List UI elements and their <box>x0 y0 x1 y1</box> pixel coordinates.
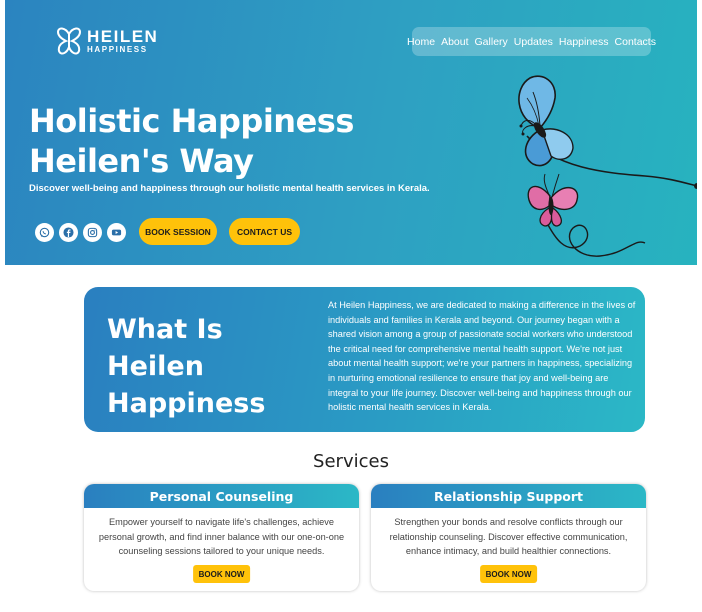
nav-about[interactable]: About <box>441 36 468 48</box>
facebook-link[interactable] <box>59 223 78 242</box>
logo[interactable]: HEILEN HAPPINESS <box>55 26 158 56</box>
nav-contacts[interactable]: Contacts <box>615 36 656 48</box>
instagram-icon <box>87 227 98 238</box>
book-now-button[interactable]: BOOK NOW <box>192 565 251 583</box>
service-card-title: Personal Counseling <box>84 484 359 508</box>
services-heading: Services <box>313 451 389 472</box>
service-card-relationship-support: Relationship Support Strengthen your bon… <box>371 484 646 591</box>
instagram-link[interactable] <box>83 223 102 242</box>
nav-home[interactable]: Home <box>407 36 435 48</box>
service-card-text: Empower yourself to navigate life's chal… <box>98 517 345 556</box>
main-nav: Home About Gallery Updates Happiness Con… <box>407 27 656 56</box>
youtube-link[interactable] <box>107 223 126 242</box>
about-title-line1: What Is <box>107 314 223 345</box>
nav-gallery[interactable]: Gallery <box>475 36 508 48</box>
nav-happiness[interactable]: Happiness <box>559 36 609 48</box>
contact-us-button[interactable]: CONTACT US <box>229 218 300 245</box>
facebook-icon <box>63 227 74 238</box>
page: HEILEN HAPPINESS Home About Gallery Upda… <box>5 0 697 606</box>
about-text: At Heilen Happiness, we are dedicated to… <box>328 300 636 413</box>
about-title: What Is Heilen Happiness <box>107 311 265 422</box>
service-card-personal-counseling: Personal Counseling Empower yourself to … <box>84 484 359 591</box>
service-card-text: Strengthen your bonds and resolve confli… <box>389 517 628 556</box>
hero-subtitle: Discover well-being and happiness throug… <box>29 183 430 194</box>
about-section: What Is Heilen Happiness At Heilen Happi… <box>84 287 645 432</box>
hero-title-line2: Heilen's Way <box>29 142 254 180</box>
butterfly-logo-icon <box>56 27 82 55</box>
hero-section: HEILEN HAPPINESS Home About Gallery Upda… <box>5 0 697 265</box>
book-session-button[interactable]: BOOK SESSION <box>139 218 217 245</box>
nav-updates[interactable]: Updates <box>514 36 553 48</box>
about-title-line2: Heilen <box>107 351 204 382</box>
brand-name: HEILEN <box>87 27 159 46</box>
butterflies-illustration <box>518 75 697 257</box>
whatsapp-link[interactable] <box>35 223 54 242</box>
youtube-icon <box>111 229 122 236</box>
hero-title: Holistic Happiness Heilen's Way <box>29 101 354 181</box>
brand-tagline: HAPPINESS <box>87 45 148 54</box>
about-title-line3: Happiness <box>107 388 266 419</box>
service-card-title: Relationship Support <box>371 484 646 508</box>
social-links <box>35 223 131 242</box>
hero-title-line1: Holistic Happiness <box>29 102 354 140</box>
book-now-button[interactable]: BOOK NOW <box>479 565 538 583</box>
whatsapp-icon <box>39 227 50 238</box>
